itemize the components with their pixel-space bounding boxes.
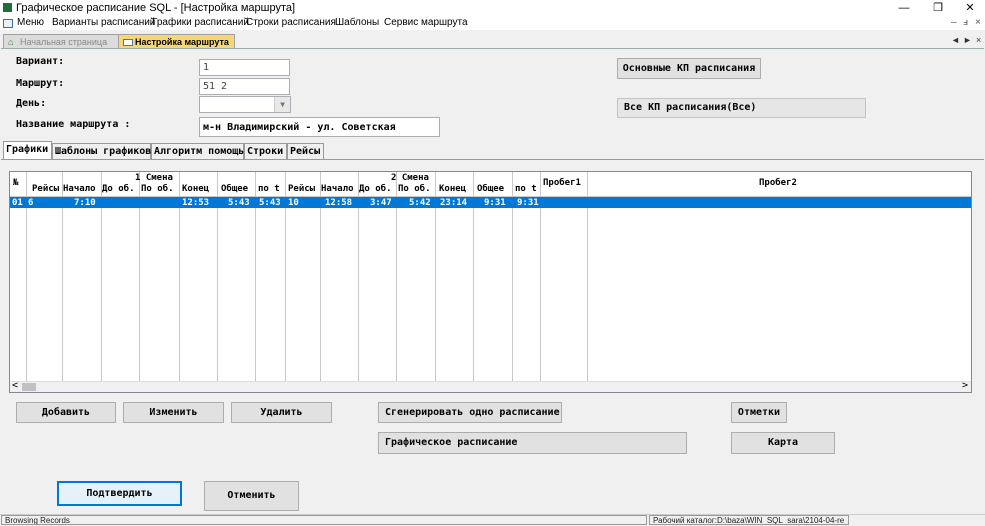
generate-button[interactable]: Сгенерировать одно расписание <box>378 402 562 423</box>
cancel-button[interactable]: Отменить <box>204 481 299 511</box>
day-select[interactable]: ▼ <box>199 96 291 113</box>
menu-item-graphs[interactable]: Графики расписаний <box>152 17 249 28</box>
table-cell: 5:42 <box>409 198 431 208</box>
graphic-schedule-button[interactable]: Графическое расписание <box>378 432 687 454</box>
table-cell: 5:43 <box>228 198 250 208</box>
edit-button[interactable]: Изменить <box>123 402 224 423</box>
delete-button[interactable]: Удалить <box>231 402 332 423</box>
working-directory-status: Рабочий каталог:D:\baza\WIN_SQL_sara\210… <box>649 515 849 525</box>
tab-home-label: Начальная страница <box>20 37 108 47</box>
column-header: по t <box>258 184 280 194</box>
tab-prev-icon[interactable]: ◄ <box>951 35 960 45</box>
tab-algorithm-help[interactable]: Алгоритм помощь <box>151 143 244 159</box>
graphs-table[interactable]: № 1 Смена 2 Смена Рейсы Начало До об. По… <box>9 171 972 393</box>
document-icon <box>3 19 13 28</box>
column-header-probeg2: Пробег2 <box>759 178 797 188</box>
tab-rows[interactable]: Строки <box>244 143 287 159</box>
all-kp-field[interactable]: Все КП расписания(Все) <box>617 98 866 118</box>
route-label: Маршрут: <box>16 78 65 89</box>
table-cell: 5:43 <box>259 198 281 208</box>
table-cell: 23:14 <box>440 198 468 208</box>
scrollbar-thumb[interactable] <box>22 383 36 391</box>
column-header: Конец <box>439 184 467 194</box>
mdi-close-button[interactable]: × <box>975 17 981 28</box>
status-bar: Browsing Records Рабочий каталог:D:\baza… <box>0 514 985 526</box>
route-field[interactable]: 51 2 <box>199 78 290 95</box>
marks-button[interactable]: Отметки <box>731 402 787 423</box>
minimize-button[interactable]: — <box>892 0 916 16</box>
tab-home[interactable]: ⌂ Начальная страница <box>3 34 121 49</box>
variant-label: Вариант: <box>16 56 65 67</box>
table-cell: 6 <box>28 198 34 208</box>
column-header: Конец <box>182 184 210 194</box>
column-header-num: № <box>13 178 19 188</box>
map-button[interactable]: Карта <box>731 432 835 454</box>
column-header: по t <box>515 184 537 194</box>
tab-graphs[interactable]: Графики <box>3 141 52 160</box>
menu-item-rows[interactable]: Строки расписания <box>246 17 336 28</box>
column-header: Общее <box>477 184 505 194</box>
shift1-header: 1 Смена <box>135 173 173 183</box>
mdi-minimize-button[interactable]: – <box>951 17 957 28</box>
add-button[interactable]: Добавить <box>16 402 116 423</box>
table-cell: 7:10 <box>74 198 96 208</box>
shift2-header: 2 Смена <box>391 173 429 183</box>
tab-route-settings-label: Настройка маршрута <box>135 37 229 47</box>
window-icon <box>123 39 133 46</box>
day-label: День: <box>16 98 47 109</box>
table-cell: 10 <box>288 198 299 208</box>
home-icon: ⌂ <box>8 37 14 47</box>
title-bar: Графическое расписание SQL - [Настройка … <box>0 0 985 16</box>
scroll-right-icon[interactable]: > <box>962 380 968 391</box>
restore-button[interactable]: ❐ <box>926 0 950 16</box>
tab-next-icon[interactable]: ► <box>963 35 972 45</box>
chevron-down-icon[interactable]: ▼ <box>274 97 290 112</box>
app-icon <box>3 3 12 12</box>
table-cell: 3:47 <box>370 198 392 208</box>
column-header: До об. <box>102 184 135 194</box>
menu-item-route-service[interactable]: Сервис маршрута <box>384 17 468 28</box>
table-cell: 12:53 <box>182 198 210 208</box>
variant-field[interactable]: 1 <box>199 59 290 76</box>
column-header: По об. <box>398 184 431 194</box>
column-header: Начало <box>63 184 96 194</box>
table-cell: 12:58 <box>325 198 353 208</box>
document-tabs: ⌂ Начальная страница Настройка маршрута … <box>0 34 985 49</box>
table-cell: 9:31 <box>517 198 539 208</box>
menu-item-templates[interactable]: Шаблоны <box>335 17 379 28</box>
mdi-restore-button[interactable]: ⅎ <box>963 17 968 28</box>
table-cell: 9:31 <box>484 198 506 208</box>
menu-bar: Меню Варианты расписаний Графики расписа… <box>0 16 985 30</box>
horizontal-scrollbar[interactable]: < > <box>10 380 971 392</box>
column-header: Рейсы <box>32 184 60 194</box>
close-button[interactable]: ✕ <box>958 0 982 16</box>
route-name-field[interactable]: м-н Владимирский - ул. Советская <box>199 117 440 137</box>
tab-route-settings[interactable]: Настройка маршрута <box>118 34 235 49</box>
scroll-left-icon[interactable]: < <box>12 380 18 391</box>
column-header: Начало <box>321 184 354 194</box>
menu-item-variants[interactable]: Варианты расписаний <box>52 17 155 28</box>
window-title: Графическое расписание SQL - [Настройка … <box>16 2 296 14</box>
tab-divider <box>1 159 984 160</box>
main-kp-button[interactable]: Основные КП расписания <box>617 58 761 79</box>
tab-graph-templates[interactable]: Шаблоны графиков <box>52 143 151 159</box>
column-header: По об. <box>141 184 174 194</box>
column-header-probeg1: Пробег1 <box>543 178 581 188</box>
route-name-label: Название маршрута : <box>16 119 131 130</box>
confirm-button[interactable]: Подтвердить <box>57 481 182 506</box>
tab-trips[interactable]: Рейсы <box>287 143 324 159</box>
column-header: Рейсы <box>288 184 316 194</box>
menu-item-menu[interactable]: Меню <box>17 17 44 28</box>
row-num-cell: 01 <box>12 198 23 208</box>
status-text: Browsing Records <box>1 515 647 525</box>
column-header: До об. <box>359 184 392 194</box>
tab-close-icon[interactable]: × <box>976 35 981 45</box>
column-header: Общее <box>221 184 249 194</box>
